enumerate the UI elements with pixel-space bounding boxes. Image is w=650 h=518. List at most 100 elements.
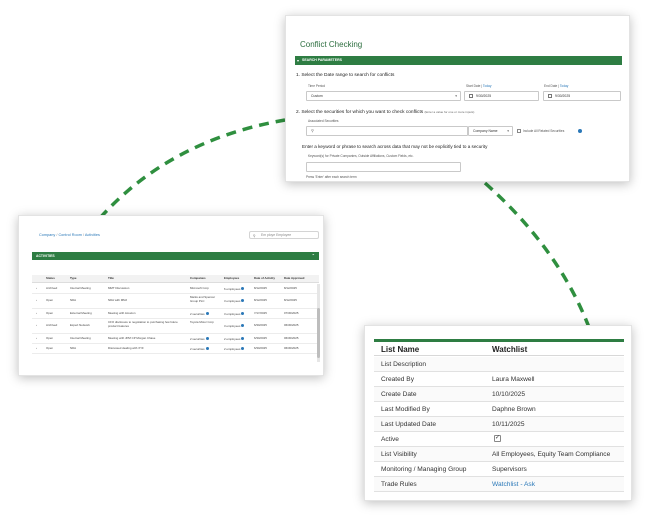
row-value: 10/11/2025: [492, 421, 525, 428]
info-icon[interactable]: [241, 337, 245, 340]
row-title[interactable]: MMT Discussion: [108, 286, 129, 291]
col-type[interactable]: Type: [70, 276, 77, 281]
table-row[interactable]: › Open NDA Discussed dealing with XYF 2 …: [32, 345, 319, 354]
row-companies: 2 securities: [190, 312, 209, 317]
row-key: Trade Rules: [381, 481, 417, 488]
row-key: List Description: [381, 361, 427, 368]
table-row[interactable]: › Open Internal Meeting Meeting with JPM…: [32, 335, 319, 344]
detail-row: Trade Rules Watchlist - Ask: [374, 477, 624, 492]
info-icon[interactable]: [205, 312, 209, 315]
table-row[interactable]: › Archived Expert Network CFO disclosure…: [32, 320, 319, 334]
info-icon[interactable]: [241, 299, 245, 302]
info-icon[interactable]: [578, 129, 582, 133]
chevron-down-icon: ▾: [507, 129, 509, 133]
keyword-hint: Press 'Enter' after each search term: [306, 175, 357, 179]
row-key: Last Updated Date: [381, 421, 436, 428]
info-icon[interactable]: [205, 347, 209, 350]
row-type: Internal Meeting: [70, 286, 91, 290]
keyword-input[interactable]: [306, 162, 461, 172]
expand-icon[interactable]: ›: [36, 286, 37, 291]
col-companies[interactable]: Companies: [190, 276, 206, 281]
info-icon[interactable]: [241, 287, 245, 290]
company-name-select[interactable]: Company Name ▾: [468, 126, 513, 136]
expand-icon[interactable]: ›: [36, 311, 37, 316]
table-scrollbar[interactable]: [317, 284, 320, 362]
connector-left-arc: [98, 118, 286, 220]
row-title[interactable]: NDA with MMJ: [108, 298, 127, 303]
start-date-label: Start Date: [466, 84, 481, 88]
info-icon[interactable]: [241, 312, 245, 315]
table-row[interactable]: › Open External Meeting Meeting with Ama…: [32, 310, 319, 319]
row-status: Open: [46, 298, 54, 302]
row-employees: 6 employees: [224, 287, 245, 292]
employees-count: 3 employees: [224, 312, 241, 316]
securities-count: 2 securities: [190, 312, 205, 316]
breadcrumb-activities[interactable]: Activities: [85, 233, 100, 237]
expand-icon[interactable]: ›: [36, 346, 37, 351]
collapse-caret-icon[interactable]: ▾: [297, 56, 299, 65]
row-companies: Toyota Motor Corp: [190, 320, 214, 324]
breadcrumb-company[interactable]: Company: [39, 233, 55, 237]
col-title[interactable]: Title: [108, 276, 114, 281]
row-key: Created By: [381, 376, 414, 383]
row-approved: 8/12/2025: [284, 298, 297, 302]
row-date: 7/17/2025: [254, 311, 267, 315]
col-employees[interactable]: Employees: [224, 276, 239, 281]
row-type: Internal Meeting: [70, 336, 91, 340]
row-companies: 2 securities: [190, 347, 209, 352]
activities-card: Company / Control Room / Activities ⚲ Em…: [18, 215, 324, 376]
row-title[interactable]: Meeting with Amazon: [108, 311, 135, 316]
include-related-checkbox[interactable]: [517, 129, 521, 133]
row-type: NDA: [70, 346, 77, 350]
securities-search-input[interactable]: ⚲: [306, 126, 468, 136]
start-today-link[interactable]: Today: [483, 84, 492, 88]
securities-count: 2 securities: [190, 337, 205, 341]
table-row[interactable]: › Archived Internal Meeting MMT Discussi…: [32, 285, 319, 294]
row-approved: 07/30/2025: [284, 311, 299, 315]
end-today-link[interactable]: Today: [560, 84, 569, 88]
col-date-activity[interactable]: Date of Activity: [254, 276, 275, 281]
breadcrumb-control-room[interactable]: Control Room: [58, 233, 81, 237]
row-title[interactable]: CFO disclosure to negotiation to purchas…: [108, 320, 188, 328]
connector-right-arc: [483, 181, 592, 331]
col-status[interactable]: Status: [46, 276, 55, 281]
row-value: 10/10/2025: [492, 391, 526, 398]
info-icon[interactable]: [241, 347, 245, 350]
detail-row: List Visibility All Employees, Equity Te…: [374, 447, 624, 462]
time-period-select[interactable]: Custom ▾: [306, 91, 461, 101]
calendar-icon: [469, 94, 473, 98]
expand-icon[interactable]: ›: [36, 336, 37, 341]
employee-search-input[interactable]: ⚲ Em ploye Employee: [249, 231, 319, 239]
time-period-label: Time Period: [308, 84, 326, 88]
row-approved: 06/30/2025: [284, 323, 299, 327]
end-date-field[interactable]: 9/30/2025: [543, 91, 621, 101]
start-date-value: 9/30/2025: [476, 94, 492, 98]
trade-rules-link[interactable]: Watchlist - Ask: [492, 481, 535, 488]
row-approved: 06/30/2025: [284, 346, 299, 350]
securities-count: 2 securities: [190, 347, 205, 351]
search-parameters-bar[interactable]: ▾ SEARCH PARAMETERS: [295, 56, 622, 65]
col-date-approved[interactable]: Date Approved: [284, 276, 304, 281]
active-checkbox[interactable]: ✓: [494, 435, 501, 442]
include-related-label: Include All Related Securities: [523, 129, 565, 133]
row-date: 6/30/2025: [254, 346, 267, 350]
row-value: All Employees, Equity Team Compliance: [492, 451, 611, 458]
expand-icon[interactable]: ›: [36, 323, 37, 328]
step-3-heading: Enter a keyword or phrase to search acro…: [302, 144, 488, 149]
table-row[interactable]: › Open NDA NDA with MMJ Marks and Spence…: [32, 295, 319, 309]
row-status: Open: [46, 336, 54, 340]
row-title[interactable]: Discussed dealing with XYF: [108, 346, 144, 351]
scrollbar-thumb[interactable]: [317, 308, 320, 358]
collapse-icon[interactable]: ⌃: [312, 252, 315, 260]
start-date-field[interactable]: 9/30/2025: [464, 91, 539, 101]
row-key: Active: [381, 436, 399, 443]
step-2-text: 2. Select the securities for which you w…: [296, 110, 424, 115]
employees-count: 2 employees: [224, 347, 241, 351]
expand-icon[interactable]: ›: [36, 298, 37, 303]
info-icon[interactable]: [205, 337, 209, 340]
row-date: 6/30/2025: [254, 323, 267, 327]
row-title[interactable]: Meeting with JPM CP Morgan Chase: [108, 336, 155, 341]
info-icon[interactable]: [241, 324, 245, 327]
row-key: Create Date: [381, 391, 417, 398]
section-title: SEARCH PARAMETERS: [302, 58, 342, 62]
